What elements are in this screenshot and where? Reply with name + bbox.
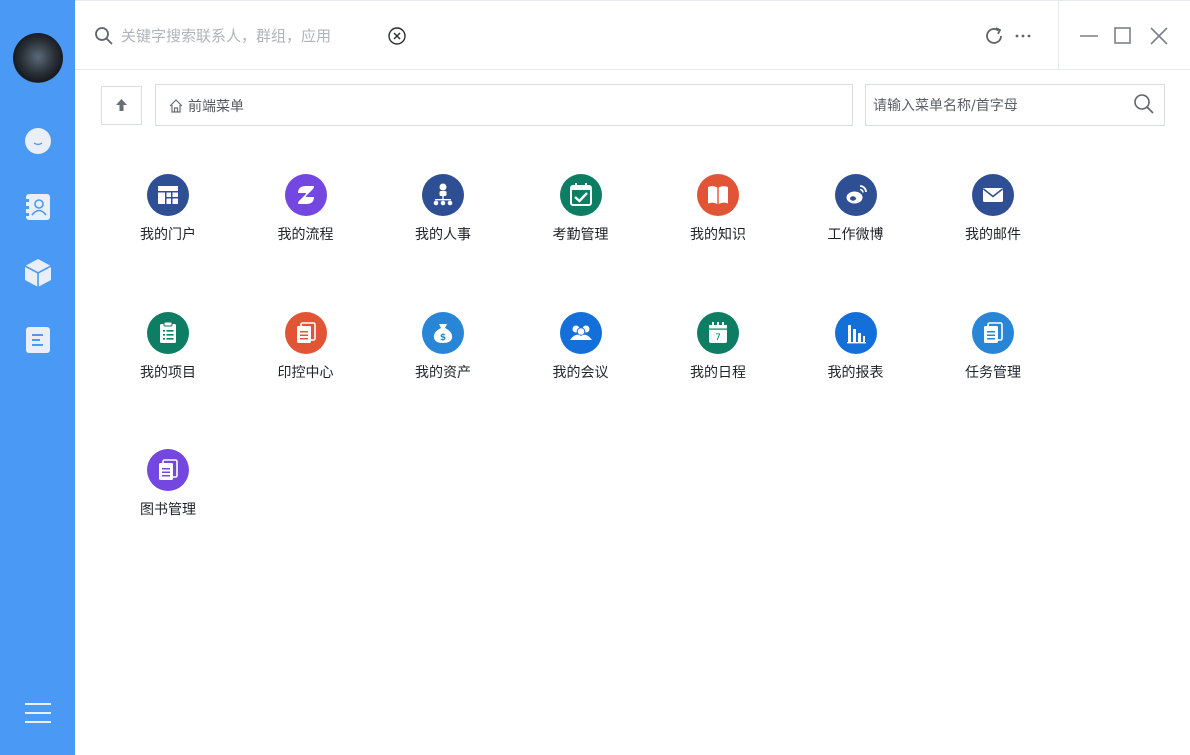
documents-icon[interactable]: [972, 311, 1014, 354]
app-tile-label: 我的报表: [827, 364, 884, 381]
app-tile-label: 工作微博: [827, 227, 884, 243]
app-tile-label: 我的门户: [140, 227, 196, 243]
app-tile[interactable]: 我的项目: [100, 310, 238, 410]
breadcrumb: 前端菜单: [155, 84, 853, 126]
search-icon[interactable]: [1132, 92, 1156, 116]
clear-search-icon[interactable]: [387, 26, 407, 46]
app-tile-label: 任务管理: [965, 364, 1021, 381]
weibo-icon[interactable]: [834, 174, 877, 216]
home-icon[interactable]: [168, 98, 184, 114]
window-controls-divider: [1058, 1, 1059, 70]
flow-icon[interactable]: [284, 174, 327, 216]
refresh-icon[interactable]: [983, 25, 1005, 47]
app-tile-label: 考勤管理: [552, 227, 609, 243]
app-tile-label: 印控中心: [277, 364, 334, 381]
top-bar: [75, 0, 1190, 70]
app-tile[interactable]: 我的人事: [375, 172, 513, 272]
app-tile[interactable]: 我的知识: [650, 172, 788, 272]
money-bag-icon[interactable]: $: [422, 311, 464, 354]
contacts-icon: [26, 194, 50, 220]
app-tile-label: 我的资产: [415, 364, 471, 381]
breadcrumb-label[interactable]: 前端菜单: [188, 96, 244, 116]
app-tile-label: 图书管理: [140, 502, 196, 518]
sidebar-item-messages[interactable]: [23, 126, 53, 156]
app-tile[interactable]: 考勤管理: [513, 172, 651, 272]
app-tile-label: 我的知识: [690, 227, 746, 243]
calendar-check-icon[interactable]: [559, 174, 602, 216]
app-tile[interactable]: 我的报表: [788, 310, 926, 410]
search-icon: [95, 27, 113, 45]
app-tile-label: 我的日程: [690, 364, 746, 381]
app-tile[interactable]: $ 我的资产: [375, 310, 513, 410]
arrow-up-icon: [116, 99, 127, 111]
documents-icon[interactable]: [147, 449, 189, 491]
minimize-icon[interactable]: [1078, 25, 1100, 47]
document-icon: [26, 327, 50, 353]
app-tile[interactable]: 7 我的日程: [650, 310, 788, 410]
app-tile[interactable]: 我的门户: [100, 172, 238, 272]
portal-icon[interactable]: [147, 174, 189, 216]
people-icon[interactable]: [559, 311, 602, 354]
calendar-day-icon[interactable]: 7: [697, 311, 739, 354]
sidebar-item-contacts[interactable]: [23, 192, 53, 222]
mail-icon[interactable]: [972, 174, 1014, 216]
app-tile[interactable]: 图书管理: [100, 447, 238, 547]
app-tile[interactable]: 印控中心: [238, 310, 376, 410]
documents-icon[interactable]: [284, 311, 327, 354]
cube-icon: [24, 259, 52, 287]
menu-search: [865, 84, 1165, 126]
app-tile[interactable]: 我的会议: [513, 310, 651, 410]
go-up-button[interactable]: [101, 86, 142, 125]
app-window: 前端菜单 我的门户 我的流程 我的人事 考勤管理 我的知识 工作微博 我的邮件我的项目 印控中…: [0, 0, 1190, 755]
sidebar: [0, 0, 75, 755]
book-icon[interactable]: [697, 174, 739, 216]
global-search-input[interactable]: [121, 23, 381, 49]
app-tile[interactable]: 工作微博: [788, 172, 926, 272]
svg-text:$: $: [440, 333, 446, 343]
avatar[interactable]: [13, 33, 63, 83]
app-tile-label: 我的人事: [415, 227, 471, 243]
sidebar-menu-button[interactable]: [23, 698, 53, 728]
app-tile-label: 我的会议: [552, 364, 609, 381]
sidebar-item-notes[interactable]: [23, 325, 53, 355]
clipboard-icon[interactable]: [147, 311, 189, 354]
app-tile-label: 我的项目: [140, 364, 196, 381]
bar-chart-icon[interactable]: [834, 311, 877, 354]
hamburger-icon: [25, 703, 51, 723]
sidebar-item-apps[interactable]: [23, 258, 53, 288]
app-tile[interactable]: 我的邮件: [925, 172, 1063, 272]
app-tile[interactable]: 任务管理: [925, 310, 1063, 410]
maximize-icon[interactable]: [1112, 25, 1134, 47]
chat-bubble-icon: [25, 128, 51, 154]
app-tile[interactable]: 我的流程: [238, 172, 376, 272]
calendar-day-number: 7: [715, 333, 721, 343]
org-icon[interactable]: [422, 174, 464, 216]
app-tile-label: 我的邮件: [965, 227, 1021, 243]
menu-search-input[interactable]: [873, 94, 1123, 118]
more-icon[interactable]: [1013, 25, 1033, 47]
app-tile-label: 我的流程: [277, 227, 334, 243]
close-icon[interactable]: [1148, 25, 1170, 47]
